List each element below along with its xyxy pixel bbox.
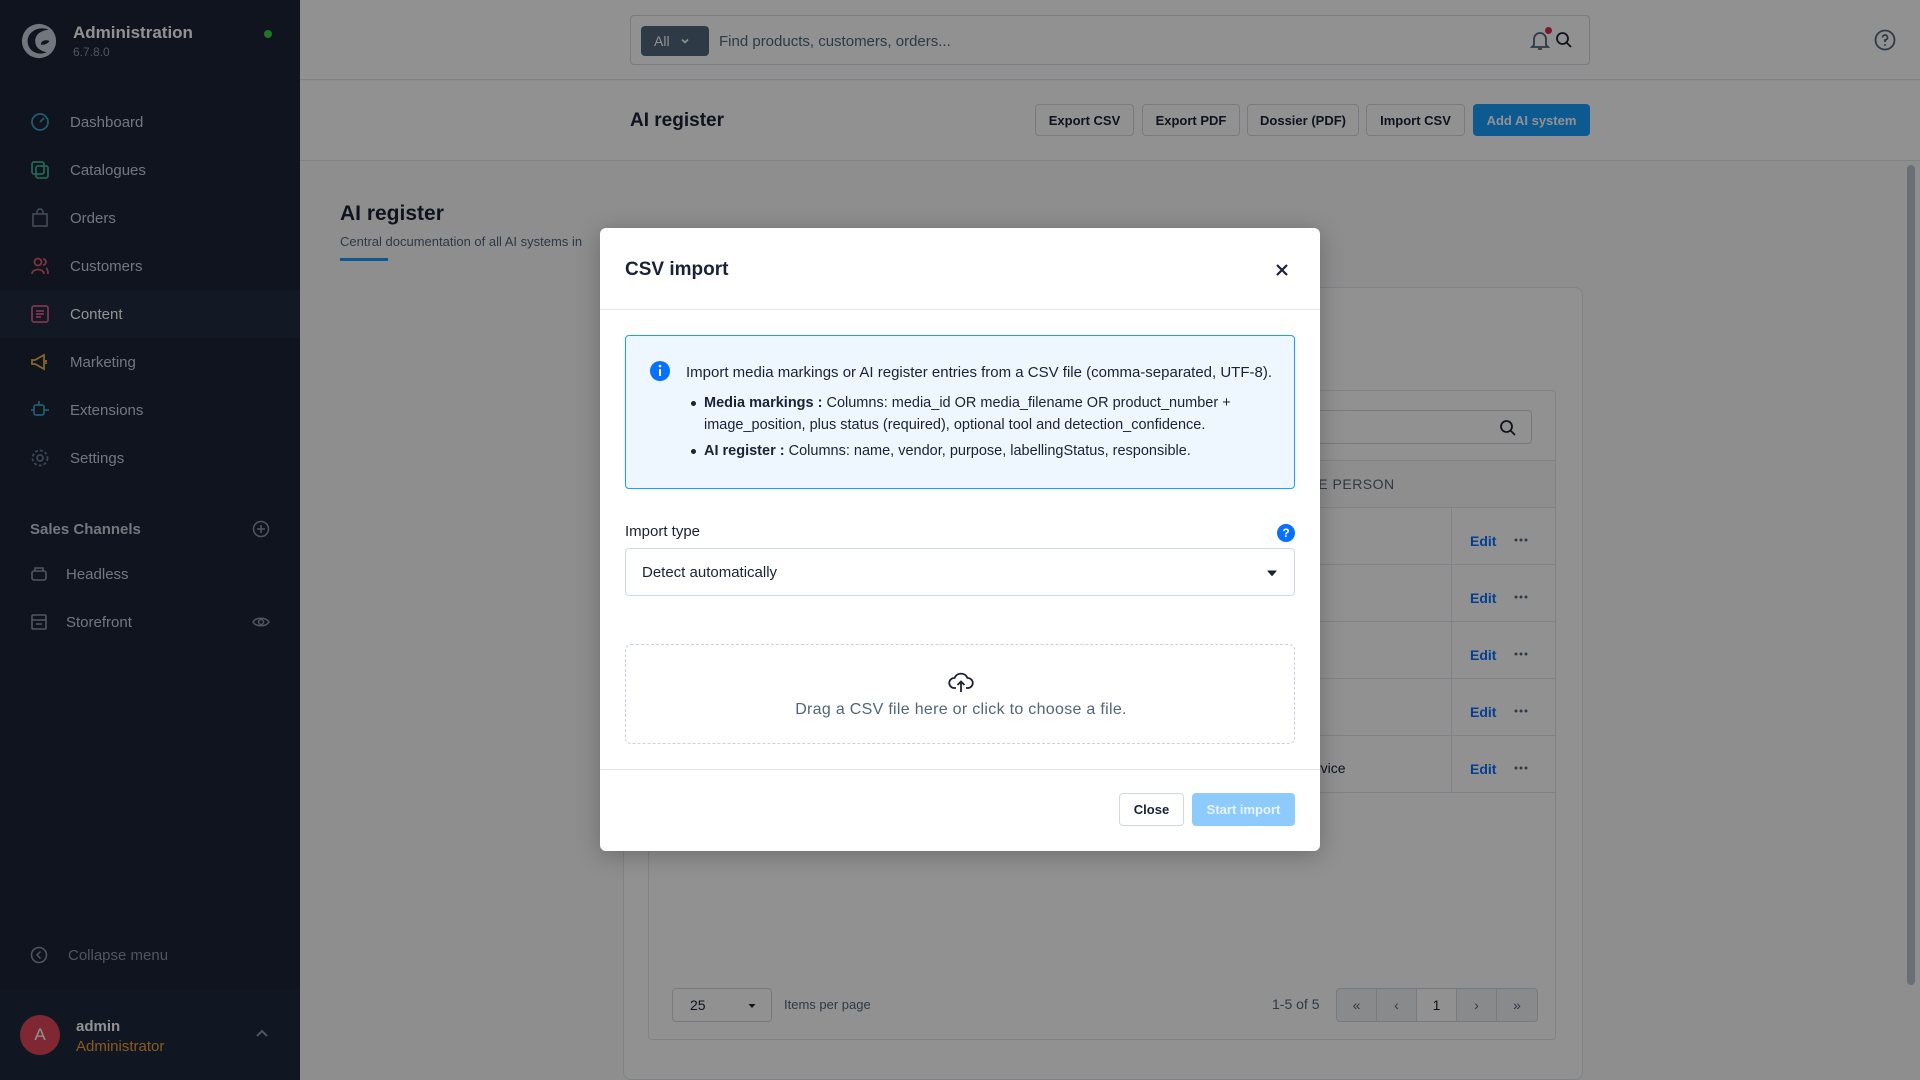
info-term: AI register : xyxy=(704,443,785,459)
chevron-down-icon xyxy=(1267,570,1277,576)
import-type-value: Detect automatically xyxy=(642,563,778,581)
list-item: AI register : Columns: name, vendor, pur… xyxy=(686,440,1286,462)
help-icon[interactable]: ? xyxy=(1277,524,1295,542)
info-list: Media markings : Columns: media_id OR me… xyxy=(686,392,1286,466)
list-item: Media markings : Columns: media_id OR me… xyxy=(686,392,1286,436)
page-scrollbar[interactable] xyxy=(1907,165,1915,985)
modal-footer: Close Start import xyxy=(600,769,1320,851)
file-dropzone[interactable]: Drag a CSV file here or click to choose … xyxy=(625,644,1295,744)
close-icon[interactable] xyxy=(1274,262,1290,278)
modal-header: CSV import xyxy=(600,228,1320,310)
start-import-button[interactable]: Start import xyxy=(1192,793,1295,826)
modal-title: CSV import xyxy=(625,259,729,280)
info-term: Media markings : xyxy=(704,395,823,411)
cloud-upload-icon xyxy=(948,672,974,692)
import-type-label: Import type xyxy=(625,523,701,540)
import-type-select[interactable]: Detect automatically xyxy=(625,548,1295,596)
info-text: Import media markings or AI register ent… xyxy=(686,364,1273,381)
info-alert: Import media markings or AI register ent… xyxy=(625,335,1295,489)
dropzone-text: Drag a CSV file here or click to choose … xyxy=(795,701,1127,718)
close-button[interactable]: Close xyxy=(1119,793,1184,826)
csv-import-modal: CSV import Import media markings or AI r… xyxy=(600,228,1320,851)
info-description: Columns: name, vendor, purpose, labellin… xyxy=(788,443,1191,459)
info-icon xyxy=(650,361,670,381)
